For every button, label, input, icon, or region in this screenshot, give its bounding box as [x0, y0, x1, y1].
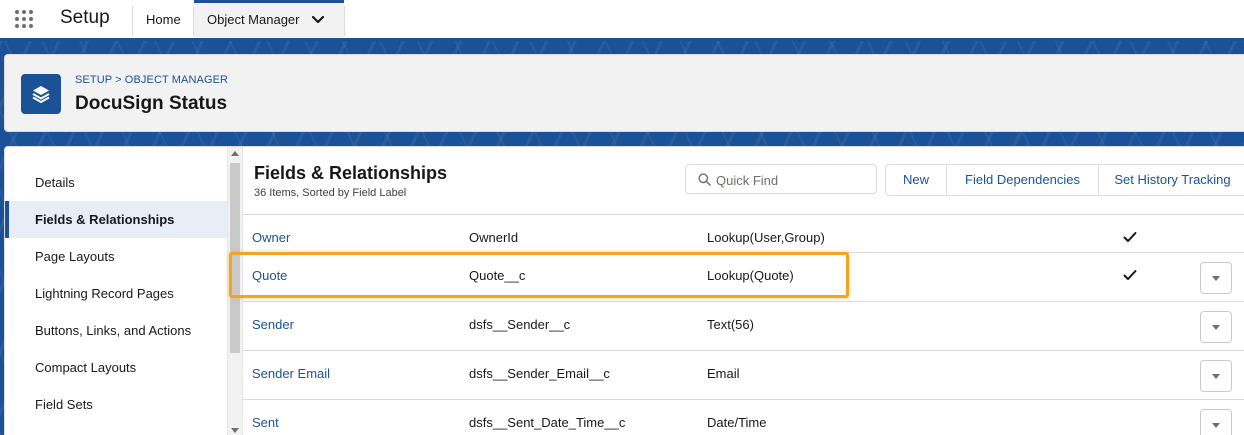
field-api-name: dsfs__Sender_Email__c — [469, 366, 610, 381]
tab-home[interactable]: Home — [146, 12, 181, 27]
sidebar: Details Fields & Relationships Page Layo… — [5, 147, 227, 435]
sidebar-item-page-layouts[interactable]: Page Layouts — [5, 238, 227, 275]
sidebar-item-field-sets[interactable]: Field Sets — [5, 386, 227, 423]
table-row: Quote Quote__c Lookup(Quote) — [243, 252, 1244, 301]
row-actions-dropdown[interactable] — [1200, 311, 1232, 343]
app-launcher-icon[interactable] — [15, 10, 33, 28]
field-api-name: Quote__c — [469, 268, 526, 283]
table-row: Sent dsfs__Sent_Date_Time__c Date/Time — [243, 399, 1244, 435]
field-dependencies-button[interactable]: Field Dependencies — [947, 165, 1099, 195]
section-title: Fields & Relationships — [254, 163, 448, 183]
sidebar-item-label: Buttons, Links, and Actions — [35, 323, 192, 338]
quick-find-input[interactable] — [714, 169, 873, 191]
app-name: Setup — [60, 7, 110, 28]
sidebar-item-buttons-links-actions[interactable]: Buttons, Links, and Actions — [5, 312, 227, 349]
checkmark-icon — [1123, 270, 1137, 280]
sidebar-item-fields-relationships[interactable]: Fields & Relationships — [5, 201, 227, 238]
table-row: Sender Email dsfs__Sender_Email__c Email — [243, 350, 1244, 399]
field-api-name: dsfs__Sender__c — [469, 317, 571, 332]
table-row: Sender dsfs__Sender__c Text(56) — [243, 301, 1244, 350]
sidebar-item-lightning-record-pages[interactable]: Lightning Record Pages — [5, 275, 227, 312]
sidebar-item-details[interactable]: Details — [5, 164, 227, 201]
field-label-link[interactable]: Sent — [252, 415, 279, 430]
row-actions-dropdown[interactable] — [1200, 360, 1232, 392]
scrollbar-thumb[interactable] — [230, 163, 240, 353]
field-label-link[interactable]: Owner — [252, 230, 290, 245]
sidebar-item-label: Page Layouts — [35, 249, 115, 264]
nav-divider — [344, 6, 345, 36]
new-button[interactable]: New — [886, 165, 947, 195]
field-api-name: dsfs__Sent_Date_Time__c — [469, 415, 626, 430]
field-api-name: OwnerId — [469, 230, 519, 245]
object-manager-body: Details Fields & Relationships Page Layo… — [4, 146, 1244, 435]
sidebar-item-label: Field Sets — [35, 397, 93, 412]
scroll-up-icon[interactable] — [231, 151, 239, 156]
field-data-type: Lookup(User,Group) — [707, 230, 825, 245]
sidebar-scrollbar[interactable] — [227, 147, 243, 435]
page-title: DocuSign Status — [75, 93, 228, 114]
field-data-type: Date/Time — [707, 415, 767, 430]
layers-icon — [21, 74, 61, 114]
field-label-link[interactable]: Quote — [252, 268, 287, 283]
sidebar-item-label: Fields & Relationships — [35, 212, 175, 227]
object-header: SETUP > OBJECT MANAGER DocuSign Status — [4, 54, 1244, 132]
nav-divider — [132, 6, 133, 36]
sidebar-item-label: Compact Layouts — [35, 360, 137, 375]
field-label-link[interactable]: Sender Email — [252, 366, 330, 381]
breadcrumb[interactable]: SETUP > OBJECT MANAGER — [75, 74, 228, 86]
item-count: 36 Items, Sorted by Field Label — [254, 187, 407, 199]
tab-object-manager-label: Object Manager — [207, 12, 300, 27]
search-icon — [698, 173, 711, 186]
chevron-down-icon[interactable] — [311, 13, 325, 27]
global-nav: Setup Home Object Manager — [0, 0, 1244, 41]
row-actions-dropdown[interactable] — [1200, 409, 1232, 435]
set-history-tracking-button[interactable]: Set History Tracking — [1099, 165, 1244, 195]
action-button-group: New Field Dependencies Set History Track… — [885, 164, 1244, 196]
field-label-link[interactable]: Sender — [252, 317, 294, 332]
sidebar-item-compact-layouts[interactable]: Compact Layouts — [5, 349, 227, 386]
field-data-type: Text(56) — [707, 317, 754, 332]
scroll-down-icon[interactable] — [231, 428, 239, 433]
checkmark-icon — [1123, 232, 1137, 242]
row-actions-dropdown[interactable] — [1200, 262, 1232, 294]
sidebar-item-label: Details — [35, 175, 75, 190]
field-data-type: Email — [707, 366, 740, 381]
tab-object-manager[interactable]: Object Manager — [194, 0, 344, 38]
quick-find[interactable] — [685, 164, 877, 194]
sidebar-item-label: Lightning Record Pages — [35, 286, 174, 301]
fields-panel: Fields & Relationships 36 Items, Sorted … — [243, 147, 1244, 435]
field-data-type: Lookup(Quote) — [707, 268, 794, 283]
